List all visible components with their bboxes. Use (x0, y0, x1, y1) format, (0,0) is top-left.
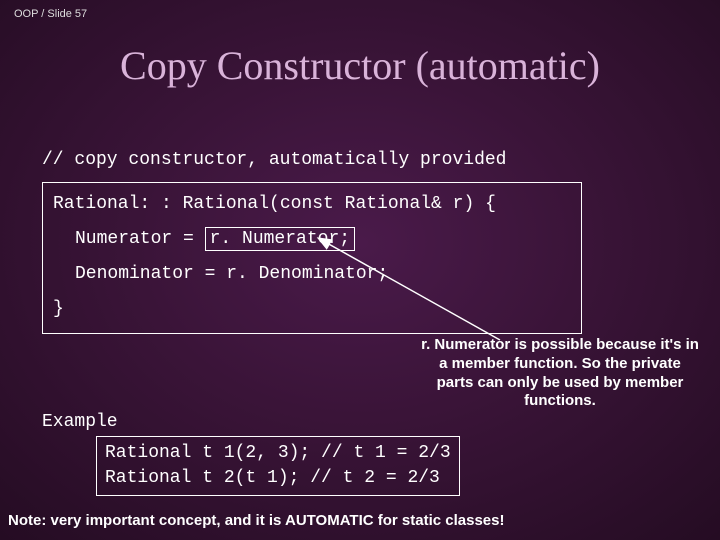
example-line-2: Rational t 2(t 1); // t 2 = 2/3 (105, 466, 451, 491)
code-block: Rational: : Rational(const Rational& r) … (42, 182, 582, 334)
example-box: Rational t 1(2, 3); // t 1 = 2/3 Rationa… (96, 436, 460, 496)
code-line-2: Numerator = r. Numerator; (75, 226, 571, 253)
code-line-2-prefix: Numerator = (75, 229, 205, 249)
code-line-3: Denominator = r. Denominator; (75, 261, 571, 288)
example-line-1: Rational t 1(2, 3); // t 1 = 2/3 (105, 441, 451, 466)
highlight-box-numerator: r. Numerator; (205, 227, 355, 251)
code-line-4: } (53, 296, 571, 323)
breadcrumb: OOP / Slide 57 (14, 8, 87, 20)
annotation-text: r. Numerator is possible because it's in… (420, 336, 700, 411)
slide-title: Copy Constructor (automatic) (0, 42, 720, 89)
footnote: Note: very important concept, and it is … (8, 512, 505, 529)
code-line-1: Rational: : Rational(const Rational& r) … (53, 191, 571, 218)
example-label: Example (42, 412, 118, 432)
code-comment: // copy constructor, automatically provi… (42, 150, 506, 170)
